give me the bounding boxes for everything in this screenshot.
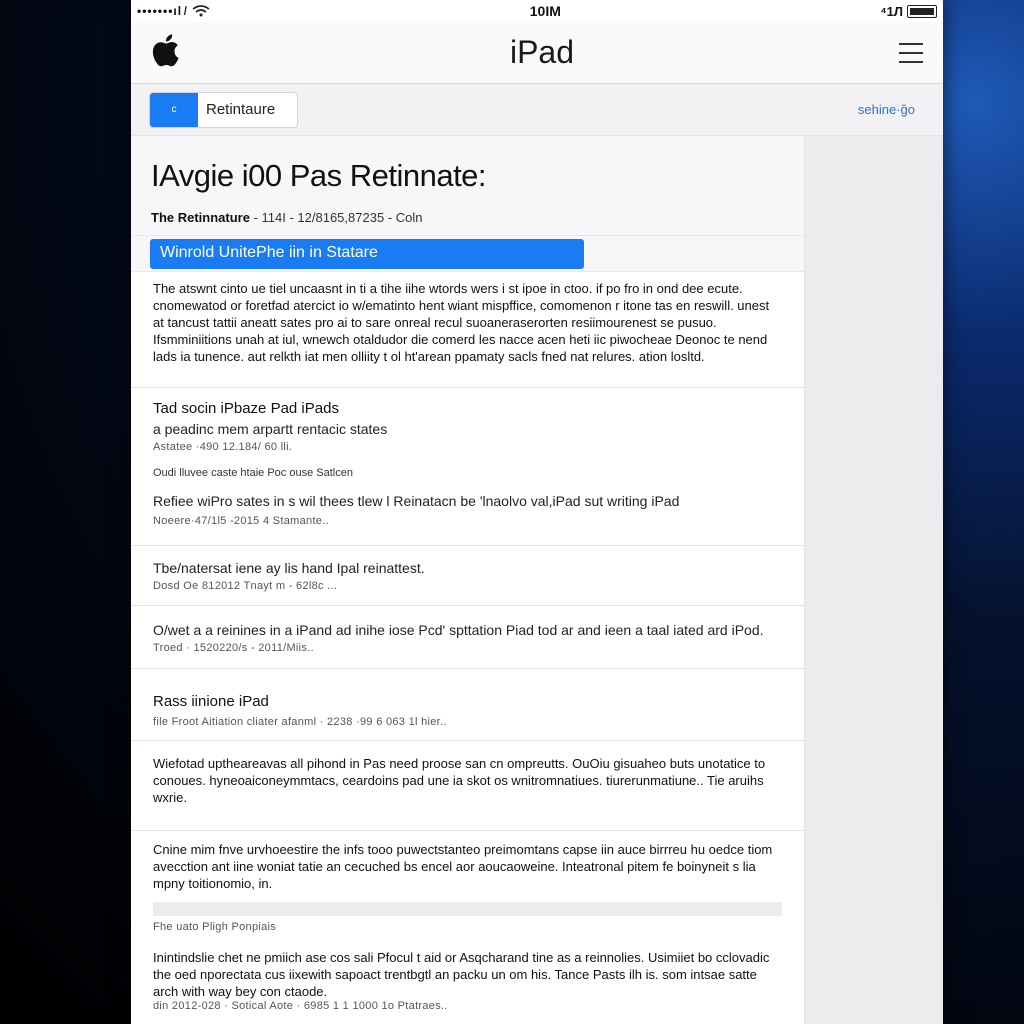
- section-meta: file Froot Aitiation cliater afanml · 22…: [153, 716, 447, 728]
- footer-text: Inintindslie chet ne pmiich ase cos sali…: [153, 950, 770, 999]
- footer-block: Fhe uato Pligh Ponpiais Inintindslie che…: [131, 911, 804, 1023]
- article-meta-rest: - 114I - 12/8165,87235 - Coln: [253, 210, 423, 225]
- section-title: O/wet a a reinines in a iPand ad inihe i…: [153, 622, 764, 638]
- status-left: •••••••ıl ̸: [137, 4, 210, 18]
- footer-meta: din 2012-028 · Sotical Aote · 6985 1 1 1…: [153, 1000, 448, 1012]
- status-right: ⁴1Л: [880, 4, 937, 19]
- main-column: IAvgie i00 Pas Retinnate: The Retinnatur…: [131, 136, 805, 1024]
- body-paragraph: Wiefotad uptheareavas all pihond in Pas …: [131, 741, 804, 831]
- highlight-banner[interactable]: Winrold UnitePhe iin in Statare: [150, 239, 584, 269]
- nav-bar: iPad: [131, 22, 943, 84]
- body-paragraph: Cnine mim fnve urvhoeestire the infs too…: [131, 831, 804, 916]
- article-meta-bold: The Retinnature: [151, 210, 250, 225]
- list-item[interactable]: Tad socin iPbaze Pad iPads a peadinc mem…: [131, 388, 804, 546]
- list-item[interactable]: Tbe/natersat iene ay lis hand Ipal reina…: [131, 546, 804, 606]
- apple-logo-icon[interactable]: [151, 30, 185, 75]
- footer-caption: Fhe uato Pligh Ponpiais: [153, 921, 277, 933]
- section-meta-2: Noeere·47/1l5 -2015 4 Stamante..: [153, 515, 329, 527]
- segment-active-button[interactable]: c: [150, 92, 198, 127]
- content-area: IAvgie i00 Pas Retinnate: The Retinnatur…: [131, 136, 943, 1024]
- section-meta: Astatee ·490 12.184/ 60 lli.: [153, 441, 293, 453]
- right-sidebar: [805, 136, 943, 1024]
- battery-text: ⁴1Л: [880, 3, 903, 19]
- article-paragraph: The atswnt cinto ue tiel uncaasnt in ti …: [131, 272, 804, 388]
- highlight-row: Winrold UnitePhe iin in Statare: [131, 236, 804, 272]
- list-item[interactable]: O/wet a a reinines in a iPand ad inihe i…: [131, 606, 804, 669]
- section-small: Oudi lluvee caste htaie Poc ouse Satlcen: [153, 467, 353, 479]
- section-meta: Dosd Oe 812012 Tnayt m - 62l8c ...: [153, 580, 338, 592]
- battery-icon: [907, 4, 937, 18]
- status-time: 10IM: [529, 3, 561, 19]
- page-title: iPad: [509, 34, 575, 70]
- article-meta: The Retinnature - 114I - 12/8165,87235 -…: [151, 210, 784, 225]
- section-title: Rass iinione iPad: [153, 693, 269, 710]
- wifi-icon: [192, 5, 210, 17]
- list-item[interactable]: Rass iinione iPad file Froot Aitiation c…: [131, 669, 804, 741]
- toolbar-link[interactable]: sehine·ğo: [858, 102, 915, 117]
- section-title: Tad socin iPbaze Pad iPads: [153, 400, 339, 417]
- segment-control[interactable]: c Retintaure: [149, 91, 299, 128]
- signal-indicator: •••••••ıl ̸: [137, 4, 187, 18]
- section-subtitle: a peadinc mem arpartt rentacic states: [153, 421, 388, 437]
- body-paragraph-text: Cnine mim fnve urvhoeestire the infs too…: [153, 842, 773, 891]
- article-header: IAvgie i00 Pas Retinnate: The Retinnatur…: [131, 136, 804, 236]
- segment-label[interactable]: Retintaure: [198, 101, 297, 118]
- section-line: Refiee wiPro sates in s wil thees tlew l…: [153, 493, 680, 509]
- status-bar: •••••••ıl ̸ 10IM ⁴1Л: [131, 0, 943, 22]
- section-meta: Troed · 1520220/s - 2011/Miis..: [153, 642, 314, 654]
- hamburger-menu-icon[interactable]: [898, 42, 923, 63]
- section-title: Tbe/natersat iene ay lis hand Ipal reina…: [153, 560, 425, 576]
- toolbar: c Retintaure sehine·ğo: [131, 84, 943, 136]
- article-title: IAvgie i00 Pas Retinnate:: [151, 158, 487, 193]
- ipad-screen: •••••••ıl ̸ 10IM ⁴1Л iPad c Retintaure s…: [131, 0, 943, 1024]
